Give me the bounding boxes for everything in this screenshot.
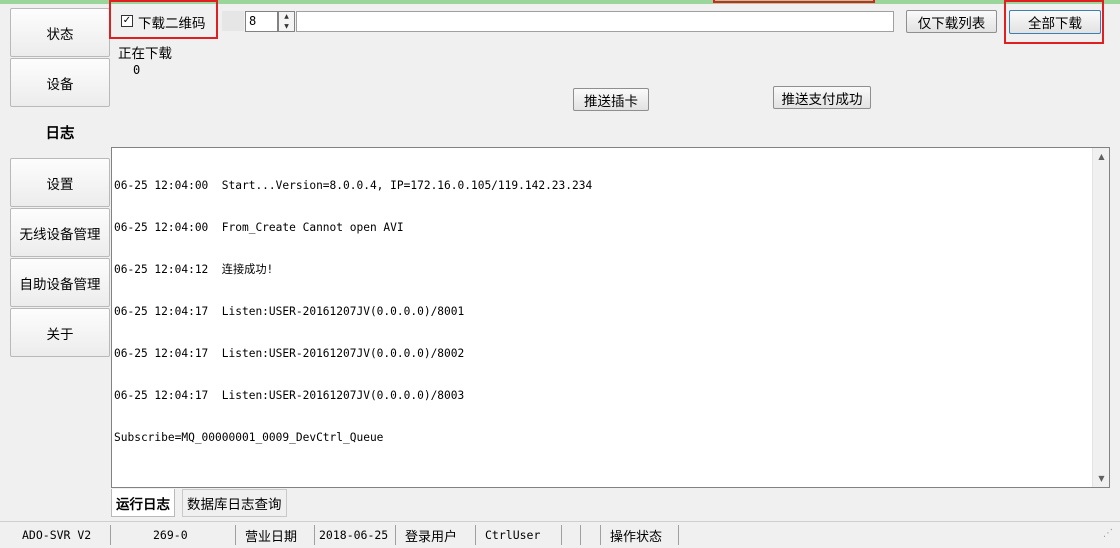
status-separator (678, 525, 679, 545)
nav-item-about[interactable]: 关于 (10, 308, 110, 357)
status-app-version: ADO-SVR V2 (22, 528, 92, 542)
log-line: 06-25 12:04:00 From_Create Cannot open A… (114, 221, 404, 234)
download-count-input[interactable]: 8 (245, 11, 278, 32)
highlight-box-top-edge (713, 0, 875, 3)
download-path-input[interactable] (296, 11, 894, 32)
download-list-only-button[interactable]: 仅下载列表 (906, 10, 997, 33)
downloading-count-value: 0 (133, 63, 141, 77)
status-separator (561, 525, 562, 545)
status-separator (600, 525, 601, 545)
push-card-button[interactable]: 推送插卡 (573, 88, 649, 111)
status-operation-status-label: 操作状态 (610, 529, 663, 545)
status-business-date-value: 2018-06-25 (319, 528, 389, 542)
status-login-user-value: CtrlUser (485, 528, 541, 542)
scroll-down-arrow-icon[interactable]: ▼ (1093, 470, 1110, 487)
status-login-user-label: 登录用户 (405, 529, 458, 545)
log-line: 06-25 12:04:17 Listen:USER-20161207JV(0.… (114, 389, 465, 402)
nav-item-log[interactable]: 日志 (10, 108, 110, 157)
push-payment-success-button[interactable]: 推送支付成功 (773, 86, 871, 109)
tab-runtime-log[interactable]: 运行日志 (111, 489, 175, 517)
log-line: 06-25 12:04:17 Listen:USER-20161207JV(0.… (114, 305, 465, 318)
tab-database-log-query[interactable]: 数据库日志查询 (182, 489, 287, 517)
download-count-stepper[interactable]: ▲ ▼ (278, 11, 295, 32)
status-separator (475, 525, 476, 545)
download-qr-checkbox[interactable]: ✓ (121, 15, 133, 27)
status-separator (395, 525, 396, 545)
download-qr-label: 下载二维码 (138, 16, 206, 32)
nav-item-device[interactable]: 设备 (10, 58, 110, 107)
downloading-status-label: 正在下载 (118, 46, 172, 62)
stepper-down-icon[interactable]: ▼ (279, 22, 294, 31)
sidebar-nav: 状态 设备 日志 设置 无线设备管理 自助设备管理 关于 (10, 8, 110, 520)
status-separator (110, 525, 111, 545)
spinner-spacer (222, 11, 244, 31)
log-line: Subscribe=MQ_00000001_0009_DevCtrl_Queue (114, 431, 384, 444)
status-business-date-label: 营业日期 (245, 529, 298, 545)
status-code: 269-0 (153, 528, 188, 542)
status-separator (235, 525, 236, 545)
stepper-up-icon[interactable]: ▲ (279, 12, 294, 21)
nav-item-wireless-device-mgmt[interactable]: 无线设备管理 (10, 208, 110, 257)
scroll-up-arrow-icon[interactable]: ▲ (1093, 148, 1110, 165)
nav-item-status[interactable]: 状态 (10, 8, 110, 57)
download-all-button[interactable]: 全部下载 (1009, 10, 1101, 34)
log-textarea[interactable]: 06-25 12:04:00 Start...Version=8.0.0.4, … (111, 147, 1110, 488)
resize-grip-icon[interactable]: ⋰ (1103, 528, 1116, 542)
nav-item-self-service-device-mgmt[interactable]: 自助设备管理 (10, 258, 110, 307)
log-line: 06-25 12:04:00 Start...Version=8.0.0.4, … (114, 179, 593, 192)
nav-item-settings[interactable]: 设置 (10, 158, 110, 207)
log-line: 06-25 12:04:17 Listen:USER-20161207JV(0.… (114, 347, 465, 360)
status-bar: ADO-SVR V2 269-0 营业日期 2018-06-25 登录用户 Ct… (0, 521, 1120, 548)
status-separator (314, 525, 315, 545)
log-vertical-scrollbar[interactable]: ▲ ▼ (1092, 148, 1109, 487)
status-separator (580, 525, 581, 545)
log-line: 06-25 12:04:12 连接成功! (114, 263, 274, 276)
log-lines: 06-25 12:04:00 Start...Version=8.0.0.4, … (114, 151, 592, 473)
